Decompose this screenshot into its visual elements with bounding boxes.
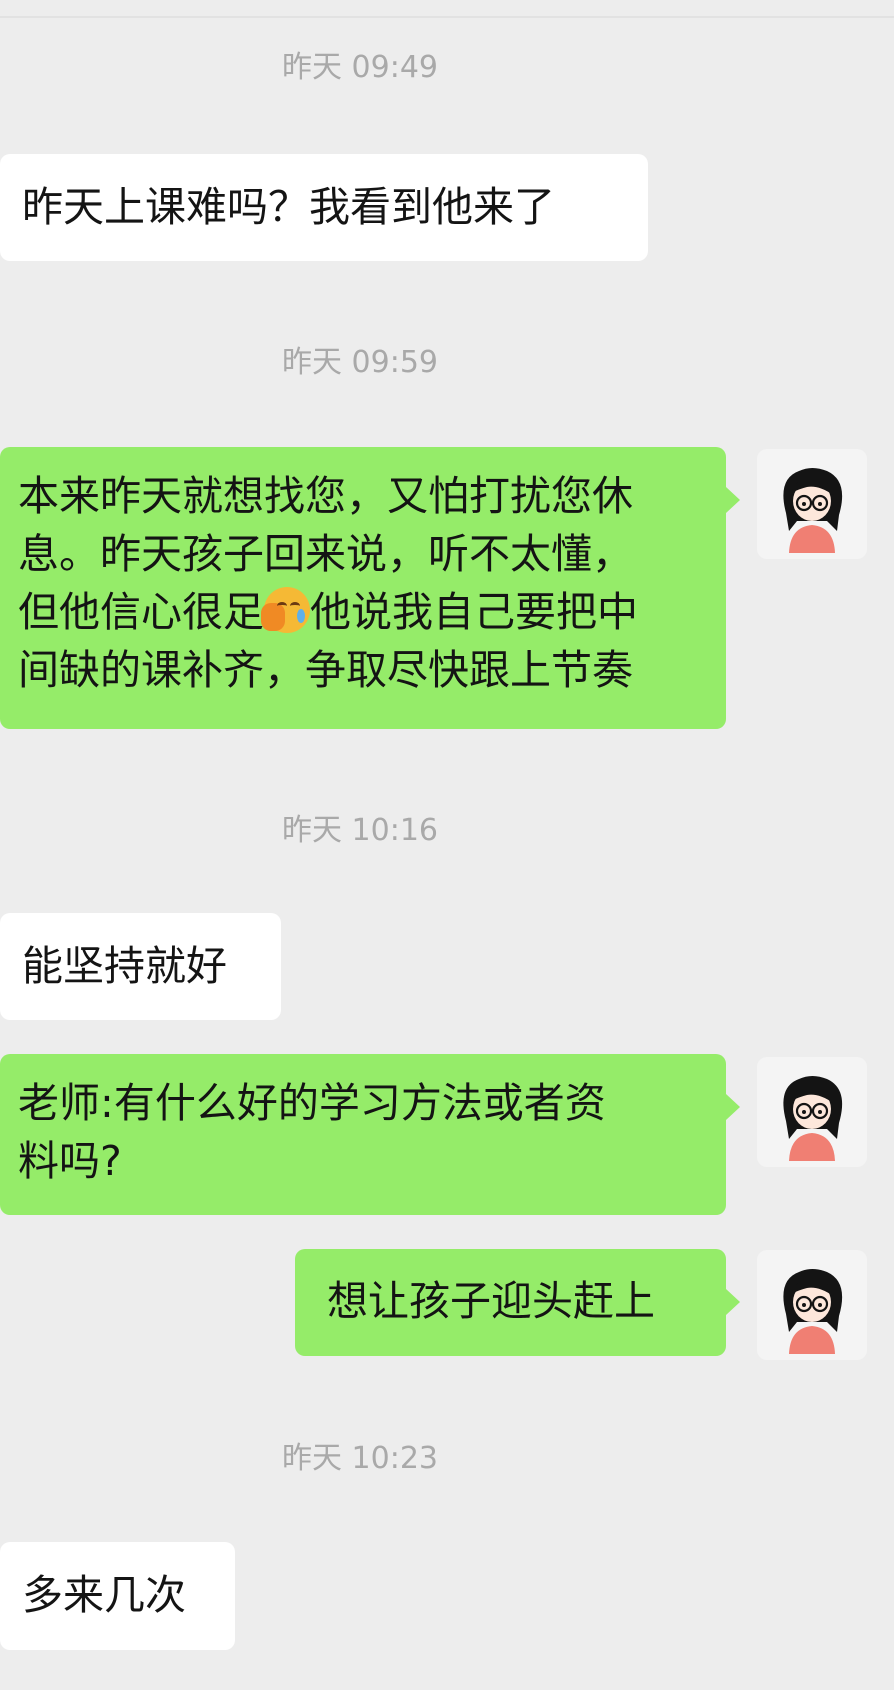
message-text-line: 老师:有什么好的学习方法或者资: [18, 1079, 606, 1127]
timestamp: 昨天 09:59: [282, 345, 438, 380]
incoming-message-bubble[interactable]: 能坚持就好: [0, 913, 281, 1020]
message-text: 想让孩子迎头赶上: [327, 1277, 655, 1325]
message-text: 他说我自己要把中: [310, 588, 638, 636]
timestamp: 昨天 10:23: [282, 1441, 438, 1476]
message-text-line: 本来昨天就想找您，又怕打扰您休: [18, 472, 633, 520]
cartoon-girl-avatar-icon[interactable]: [757, 1250, 867, 1360]
incoming-message-bubble[interactable]: 多来几次: [0, 1542, 235, 1650]
message-text-line: 间缺的课补齐，争取尽快跟上节奏: [18, 646, 633, 694]
cartoon-girl-avatar-icon[interactable]: [757, 449, 867, 559]
bubble-tail: [726, 1094, 740, 1120]
face-palm-crying-laughing-icon: [261, 587, 310, 633]
outgoing-message-bubble[interactable]: 想让孩子迎头赶上: [295, 1249, 726, 1356]
message-text-line: 料吗?: [18, 1137, 122, 1185]
message-text-line-with-emoji: 但他信心很足 他说我自己要把中: [18, 583, 696, 641]
outgoing-message-bubble[interactable]: 老师:有什么好的学习方法或者资 料吗?: [0, 1054, 726, 1215]
outgoing-message-bubble[interactable]: 本来昨天就想找您，又怕打扰您休 息。昨天孩子回来说，听不太懂， 但他信心很足 他说…: [0, 447, 726, 729]
message-text: 但他信心很足: [18, 588, 264, 636]
message-text: 能坚持就好: [22, 942, 227, 990]
bubble-tail: [726, 487, 740, 513]
timestamp: 昨天 09:49: [282, 50, 438, 85]
message-text: 多来几次: [22, 1571, 186, 1619]
incoming-message-bubble[interactable]: 昨天上课难吗？我看到他来了: [0, 154, 648, 261]
top-divider: [0, 16, 894, 18]
message-text: 昨天上课难吗？我看到他来了: [22, 183, 555, 231]
message-text-line: 息。昨天孩子回来说，听不太懂，: [18, 530, 633, 578]
bubble-tail: [726, 1289, 740, 1315]
cartoon-girl-avatar-icon[interactable]: [757, 1057, 867, 1167]
timestamp: 昨天 10:16: [282, 813, 438, 848]
